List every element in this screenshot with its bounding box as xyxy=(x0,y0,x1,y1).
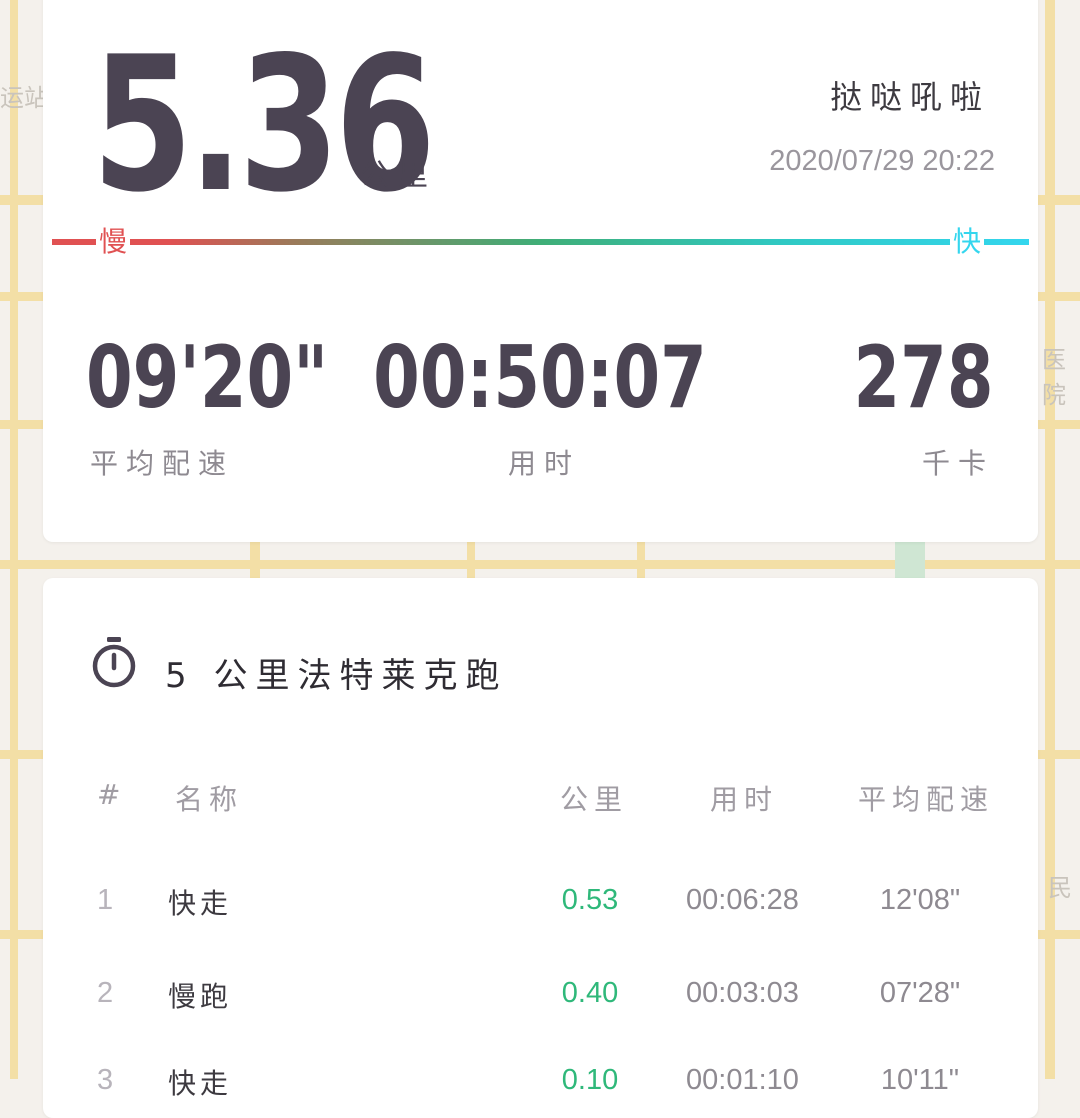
map-label-station: 运站 xyxy=(0,84,48,112)
map-label-hospital: 医院 xyxy=(1042,346,1066,409)
distance-unit-label: 公里 xyxy=(360,158,436,193)
run-datetime: 2020/07/29 20:22 xyxy=(769,145,995,177)
row-distance: 0.10 xyxy=(561,1064,619,1096)
row-index: 1 xyxy=(97,884,114,916)
row-index: 2 xyxy=(97,977,114,1009)
row-duration: 00:01:10 xyxy=(686,1064,799,1096)
row-name: 快走 xyxy=(168,1067,233,1100)
header-avg-pace: 平均配速 xyxy=(858,783,995,816)
pace-gradient-bar xyxy=(52,239,1029,245)
calories-value: 278 xyxy=(853,328,994,428)
row-pace: 10'11" xyxy=(880,1064,960,1096)
pace-fast-label: 快 xyxy=(950,224,985,260)
header-distance: 公里 xyxy=(560,783,629,816)
row-name: 快走 xyxy=(168,887,233,920)
workout-title: 5 公里法特莱克跑 xyxy=(165,656,508,696)
duration-label: 用时 xyxy=(508,447,581,480)
row-distance: 0.40 xyxy=(561,977,619,1009)
row-name: 慢跑 xyxy=(168,980,233,1013)
avg-pace-value: 09'20" xyxy=(86,328,329,428)
row-index: 3 xyxy=(97,1064,114,1096)
header-name: 名称 xyxy=(175,783,244,816)
row-pace: 12'08" xyxy=(879,884,961,916)
username: 挞哒吼啦 xyxy=(829,78,990,116)
calories-label: 千卡 xyxy=(921,447,994,480)
map-label-min: 民 xyxy=(1048,874,1072,902)
row-pace: 07'28" xyxy=(879,977,961,1009)
header-duration: 用时 xyxy=(710,783,779,816)
pace-slow-label: 慢 xyxy=(96,224,131,260)
row-duration: 00:03:03 xyxy=(686,977,799,1009)
row-distance: 0.53 xyxy=(561,884,619,916)
row-duration: 00:06:28 xyxy=(686,884,799,916)
avg-pace-label: 平均配速 xyxy=(90,447,235,480)
duration-value: 00:50:07 xyxy=(373,328,707,428)
stopwatch-icon xyxy=(92,637,136,688)
header-index: # xyxy=(97,778,127,811)
